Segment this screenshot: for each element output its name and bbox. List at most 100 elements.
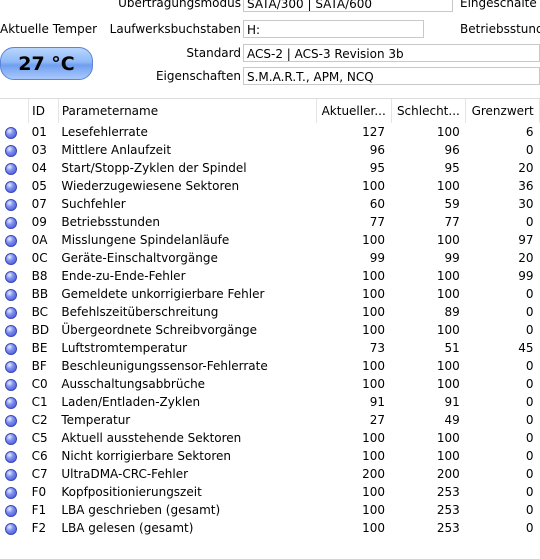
worst-cell: 59 bbox=[444, 197, 460, 211]
table-row[interactable]: C2 Temperatur 27 49 0 bbox=[0, 411, 540, 429]
current-cell: 27 bbox=[369, 413, 386, 427]
id-cell: 09 bbox=[31, 215, 47, 229]
transfer-mode-field[interactable]: SATA/300 | SATA/600 bbox=[243, 0, 453, 12]
table-row[interactable]: BC Befehlszeitüberschreitung 100 89 0 bbox=[0, 303, 540, 321]
status-icon-cell bbox=[0, 303, 29, 321]
id-cell: BD bbox=[31, 323, 50, 337]
name-cell: Temperatur bbox=[61, 413, 131, 427]
worst-cell: 100 bbox=[436, 179, 460, 193]
status-icon-cell bbox=[0, 177, 29, 195]
temperature-badge: 27 °C bbox=[0, 47, 93, 80]
status-good-icon bbox=[5, 288, 17, 301]
worst-column-header[interactable]: Schlecht... bbox=[391, 99, 467, 123]
status-good-icon bbox=[5, 144, 17, 157]
current-cell: 99 bbox=[369, 251, 386, 265]
table-row[interactable]: BE Luftstromtemperatur 73 51 45 bbox=[0, 339, 540, 357]
id-cell: 03 bbox=[31, 143, 47, 157]
name-cell: Betriebsstunden bbox=[61, 215, 160, 229]
table-row[interactable]: BB Gemeldete unkorrigierbare Fehler 100 100… bbox=[0, 285, 540, 303]
table-row[interactable]: BD Übergeordnete Schreibvorgänge 100 100 0 bbox=[0, 321, 540, 339]
id-cell: B8 bbox=[31, 269, 48, 283]
table-row[interactable]: 01 Lesefehlerrate 127 100 6 bbox=[0, 123, 540, 141]
status-icon-cell bbox=[0, 159, 29, 177]
table-row[interactable]: C6 Nicht korrigierbare Sektoren 100 100 0 bbox=[0, 447, 540, 465]
status-good-icon bbox=[5, 504, 17, 517]
worst-cell: 91 bbox=[444, 395, 460, 409]
id-column-header[interactable]: ID bbox=[28, 99, 59, 123]
current-column-header[interactable]: Aktueller... bbox=[316, 99, 392, 123]
table-row[interactable]: 05 Wiederzugewiesene Sektoren 100 100 36 bbox=[0, 177, 540, 195]
name-cell: Beschleunigungssensor-Fehlerrate bbox=[61, 359, 268, 373]
threshold-cell: 45 bbox=[518, 341, 534, 355]
table-row[interactable]: 0A Misslungene Spindelanläufe 100 100 97 bbox=[0, 231, 540, 249]
worst-cell: 100 bbox=[436, 431, 460, 445]
name-cell: Kopfpositionierungszeit bbox=[61, 485, 202, 499]
worst-cell: 77 bbox=[444, 215, 460, 229]
current-cell: 100 bbox=[362, 323, 386, 337]
standard-field[interactable]: ACS-2 | ACS-3 Revision 3b bbox=[243, 44, 540, 62]
table-row[interactable]: 09 Betriebsstunden 77 77 0 bbox=[0, 213, 540, 231]
table-row[interactable]: 03 Mittlere Anlaufzeit 96 96 0 bbox=[0, 141, 540, 159]
table-row[interactable]: B8 Ende-zu-Ende-Fehler 100 100 99 bbox=[0, 267, 540, 285]
id-cell: F1 bbox=[31, 503, 47, 517]
table-row[interactable]: C0 Ausschaltungsabbrüche 100 100 0 bbox=[0, 375, 540, 393]
status-good-icon bbox=[5, 180, 17, 193]
id-cell: F2 bbox=[31, 521, 47, 535]
worst-cell: 200 bbox=[436, 467, 460, 481]
status-good-icon bbox=[5, 432, 17, 445]
id-cell: 01 bbox=[31, 125, 47, 139]
worst-cell: 100 bbox=[436, 287, 460, 301]
threshold-cell: 36 bbox=[518, 179, 534, 193]
drive-letter-label: Laufwerksbuchstaben bbox=[109, 22, 241, 36]
id-cell: 07 bbox=[31, 197, 47, 211]
name-cell: UltraDMA-CRC-Fehler bbox=[61, 467, 189, 481]
current-cell: 96 bbox=[369, 143, 386, 157]
threshold-column-header[interactable]: Grenzwert bbox=[465, 99, 540, 123]
status-good-icon bbox=[5, 414, 17, 427]
name-cell: Lesefehlerrate bbox=[61, 125, 148, 139]
id-cell: C5 bbox=[31, 431, 48, 445]
smart-attributes-table[interactable]: ID Parametername Aktueller... Schlecht..… bbox=[0, 98, 540, 559]
id-cell: BE bbox=[31, 341, 48, 355]
table-row[interactable]: 07 Suchfehler 60 59 30 bbox=[0, 195, 540, 213]
threshold-cell: 0 bbox=[525, 395, 534, 409]
current-cell: 100 bbox=[362, 287, 386, 301]
table-row[interactable]: BF Beschleunigungssensor-Fehlerrate 100 100… bbox=[0, 357, 540, 375]
table-row[interactable]: F0 Kopfpositionierungszeit 100 253 0 bbox=[0, 483, 540, 501]
status-icon-cell bbox=[0, 231, 29, 249]
name-cell: Übergeordnete Schreibvorgänge bbox=[61, 323, 257, 337]
features-field[interactable]: S.M.A.R.T., APM, NCQ bbox=[243, 67, 540, 85]
worst-cell: 100 bbox=[436, 449, 460, 463]
current-cell: 77 bbox=[369, 215, 386, 229]
current-cell: 100 bbox=[362, 233, 386, 247]
name-cell: Befehlszeitüberschreitung bbox=[61, 305, 219, 319]
table-row[interactable]: 0C Geräte-Einschaltvorgänge 99 99 20 bbox=[0, 249, 540, 267]
id-cell: C6 bbox=[31, 449, 48, 463]
status-icon-cell bbox=[0, 321, 29, 339]
table-row[interactable]: C7 UltraDMA-CRC-Fehler 200 200 0 bbox=[0, 465, 540, 483]
power-on-count-label: Eingeschalte bbox=[460, 0, 537, 10]
current-cell: 100 bbox=[362, 503, 386, 517]
features-label: Eigenschaften bbox=[155, 69, 241, 83]
table-row[interactable]: F2 LBA gelesen (gesamt) 100 253 0 bbox=[0, 519, 540, 537]
current-cell: 200 bbox=[362, 467, 386, 481]
status-column-header[interactable] bbox=[0, 99, 30, 123]
table-row[interactable]: 04 Start/Stopp-Zyklen der Spindel 95 95 20 bbox=[0, 159, 540, 177]
status-icon-cell bbox=[0, 339, 29, 357]
table-row[interactable]: C1 Laden/Entladen-Zyklen 91 91 0 bbox=[0, 393, 540, 411]
table-row[interactable]: C5 Aktuell ausstehende Sektoren 100 100 0 bbox=[0, 429, 540, 447]
id-cell: C1 bbox=[31, 395, 48, 409]
threshold-cell: 0 bbox=[525, 377, 534, 391]
status-good-icon bbox=[5, 234, 17, 247]
table-row[interactable]: F1 LBA geschrieben (gesamt) 100 253 0 bbox=[0, 501, 540, 519]
status-good-icon bbox=[5, 252, 17, 265]
current-cell: 127 bbox=[362, 125, 386, 139]
threshold-cell: 0 bbox=[525, 521, 534, 535]
status-icon-cell bbox=[0, 195, 29, 213]
status-icon-cell bbox=[0, 141, 29, 159]
status-icon-cell bbox=[0, 447, 29, 465]
threshold-cell: 6 bbox=[525, 125, 534, 139]
name-column-header[interactable]: Parametername bbox=[58, 99, 317, 123]
worst-cell: 253 bbox=[436, 521, 460, 535]
drive-letter-field[interactable]: H: bbox=[243, 20, 424, 38]
